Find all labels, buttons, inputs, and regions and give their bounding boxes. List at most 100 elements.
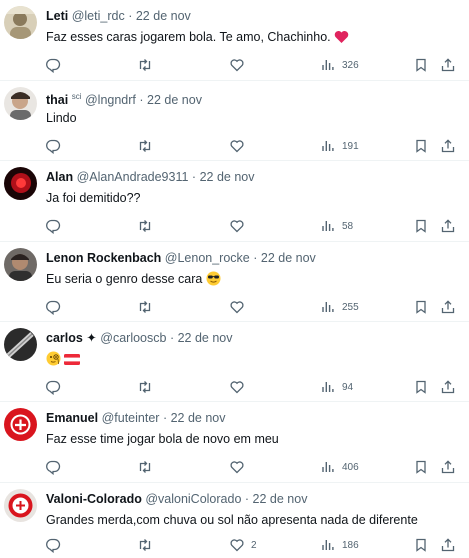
reply-button[interactable] [45,535,67,555]
avatar[interactable] [4,167,37,200]
reply-tweet[interactable]: Emanuel @futeinter · 22 de nov Faz esse … [0,402,469,483]
reply-tweet[interactable]: carlos ✦ @carlooscb · 22 de nov 94 [0,322,469,402]
share-button[interactable] [440,55,456,75]
retweet-button[interactable] [137,457,159,477]
tweet-date[interactable]: 22 de nov [261,251,316,265]
like-button[interactable]: 2 [229,535,257,555]
author-name[interactable]: Valoni-Colorado [46,492,142,506]
retweet-button[interactable] [137,377,159,397]
retweet-icon [137,537,153,553]
tweet-date[interactable]: 22 de nov [200,170,255,184]
author-handle[interactable]: @Lenon_rocke [165,251,250,265]
avatar[interactable] [4,328,37,361]
like-button[interactable] [229,216,251,236]
reply-button[interactable] [45,457,67,477]
author-handle[interactable]: @AlanAndrade9311 [77,170,189,184]
reply-button[interactable] [45,136,67,156]
reply-button[interactable] [45,297,67,317]
share-icon [440,459,456,475]
bookmark-icon [413,299,429,315]
replies-feed: Leti @leti_rdc · 22 de nov Faz esses car… [0,0,469,558]
retweet-button[interactable] [137,297,159,317]
views-button[interactable]: 94 [320,377,353,397]
reply-tweet[interactable]: Valoni-Colorado @valoniColorado · 22 de … [0,483,469,558]
tweet-date[interactable]: 22 de nov [147,93,202,107]
views-button[interactable]: 406 [320,457,359,477]
author-handle[interactable]: @futeinter [102,411,160,425]
author-name[interactable]: thai [46,93,68,107]
author-handle[interactable]: @valoniColorado [145,492,241,506]
author-handle[interactable]: @leti_rdc [72,9,125,23]
avatar[interactable] [4,489,37,522]
retweet-button[interactable] [137,55,159,75]
reply-tweet[interactable]: thai sci @lngndrf · 22 de nov Lindo 191 [0,81,469,161]
author-name[interactable]: Alan [46,170,73,184]
bookmark-icon [413,57,429,73]
action-bar: 94 [0,377,469,397]
action-bar: 255 [0,297,469,317]
bookmark-button[interactable] [413,457,429,477]
tweet-date[interactable]: 22 de nov [136,9,191,23]
views-button[interactable]: 191 [320,136,359,156]
reply-tweet[interactable]: Leti @leti_rdc · 22 de nov Faz esses car… [0,0,469,81]
reply-tweet[interactable]: Lenon Rockenbach @Lenon_rocke · 22 de no… [0,242,469,322]
avatar[interactable] [4,408,37,441]
separator-dot: · [191,170,197,184]
author-name[interactable]: Emanuel [46,411,98,425]
like-button[interactable] [229,457,251,477]
tweet-header: Leti @leti_rdc · 22 de nov [46,8,191,24]
red-heart-icon [334,30,349,48]
bookmark-button[interactable] [413,535,429,555]
author-name[interactable]: Leti [46,9,68,23]
share-button[interactable] [440,216,456,236]
like-icon [229,218,245,234]
bookmark-button[interactable] [413,55,429,75]
avatar[interactable] [4,248,37,281]
share-button[interactable] [440,297,456,317]
views-icon [320,379,336,395]
action-bar: 191 [0,136,469,156]
author-name[interactable]: Lenon Rockenbach [46,251,161,265]
share-icon [440,299,456,315]
tweet-date[interactable]: 22 de nov [178,331,233,345]
views-icon [320,537,336,553]
like-button[interactable] [229,297,251,317]
bookmark-icon [413,138,429,154]
reply-button[interactable] [45,216,67,236]
like-button[interactable] [229,136,251,156]
like-button[interactable] [229,55,251,75]
view-count: 326 [342,59,359,71]
share-icon [440,138,456,154]
author-handle[interactable]: @carlooscb [100,331,166,345]
share-button[interactable] [440,136,456,156]
tweet-header: Emanuel @futeinter · 22 de nov [46,410,226,426]
retweet-button[interactable] [137,136,159,156]
reply-button[interactable] [45,377,67,397]
avatar[interactable] [4,87,37,120]
action-bar: 326 [0,55,469,75]
reply-button[interactable] [45,55,67,75]
views-button[interactable]: 255 [320,297,359,317]
share-button[interactable] [440,457,456,477]
bookmark-button[interactable] [413,377,429,397]
tweet-header: carlos ✦ @carlooscb · 22 de nov [46,330,233,346]
like-icon [229,379,245,395]
bookmark-button[interactable] [413,136,429,156]
tweet-date[interactable]: 22 de nov [171,411,226,425]
avatar[interactable] [4,6,37,39]
views-button[interactable]: 326 [320,55,359,75]
tweet-date[interactable]: 22 de nov [253,492,308,506]
retweet-button[interactable] [137,535,159,555]
reply-tweet[interactable]: Alan @AlanAndrade9311 · 22 de nov Ja foi… [0,161,469,242]
share-button[interactable] [440,535,456,555]
views-button[interactable]: 186 [320,535,359,555]
bookmark-button[interactable] [413,297,429,317]
author-name[interactable]: carlos ✦ [46,331,97,345]
views-button[interactable]: 58 [320,216,353,236]
like-button[interactable] [229,377,251,397]
author-handle[interactable]: @lngndrf [85,93,136,107]
bookmark-button[interactable] [413,216,429,236]
retweet-button[interactable] [137,216,159,236]
share-button[interactable] [440,377,456,397]
like-icon [229,138,245,154]
